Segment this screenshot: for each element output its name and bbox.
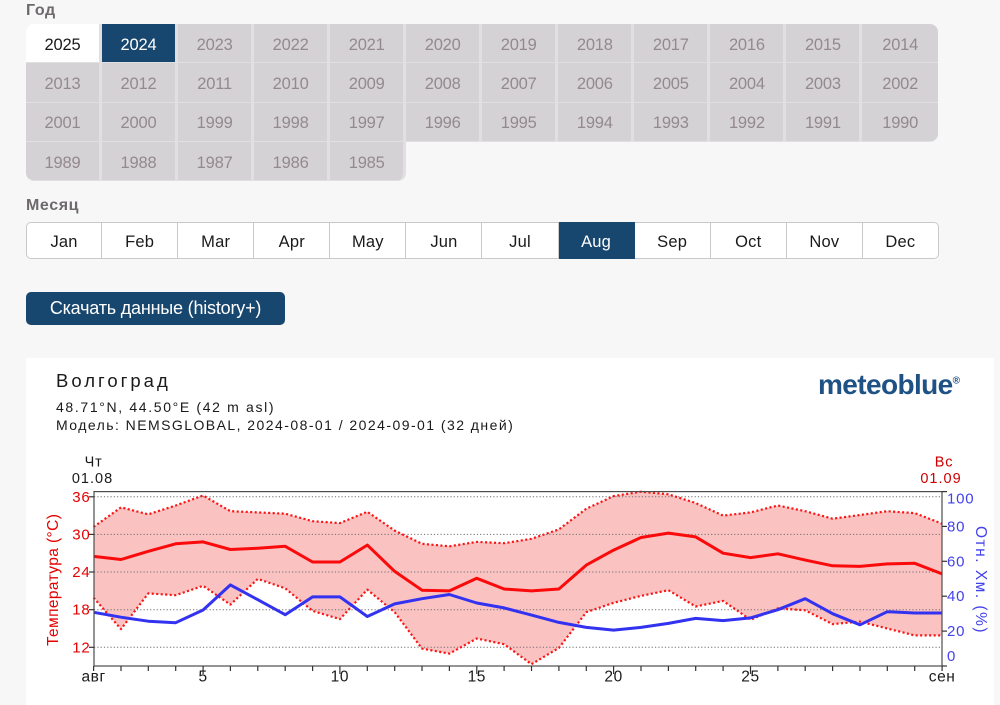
svg-text:60: 60 xyxy=(947,553,965,570)
svg-text:15: 15 xyxy=(468,669,486,686)
svg-text:20: 20 xyxy=(604,669,622,686)
svg-text:30: 30 xyxy=(72,526,90,543)
svg-text:20: 20 xyxy=(947,623,965,640)
svg-text:сен: сен xyxy=(929,669,956,686)
svg-text:40: 40 xyxy=(947,588,965,605)
svg-text:18: 18 xyxy=(72,602,90,619)
svg-text:Вс: Вс xyxy=(935,455,954,471)
svg-text:12: 12 xyxy=(72,639,90,656)
svg-text:0: 0 xyxy=(947,648,956,665)
svg-text:80: 80 xyxy=(947,518,965,535)
svg-text:10: 10 xyxy=(331,669,349,686)
svg-text:25: 25 xyxy=(741,669,759,686)
svg-text:5: 5 xyxy=(198,669,207,686)
svg-text:24: 24 xyxy=(72,564,90,581)
svg-text:100: 100 xyxy=(947,491,974,508)
svg-text:Чт: Чт xyxy=(85,455,103,471)
svg-text:авг: авг xyxy=(81,669,105,686)
svg-text:Температура (°C): Температура (°C) xyxy=(45,514,62,646)
svg-text:01.08: 01.08 xyxy=(72,471,113,487)
svg-text:36: 36 xyxy=(72,489,90,506)
svg-text:Отн. Хм. (%): Отн. Хм. (%) xyxy=(972,526,989,634)
svg-text:01.09: 01.09 xyxy=(920,471,961,487)
